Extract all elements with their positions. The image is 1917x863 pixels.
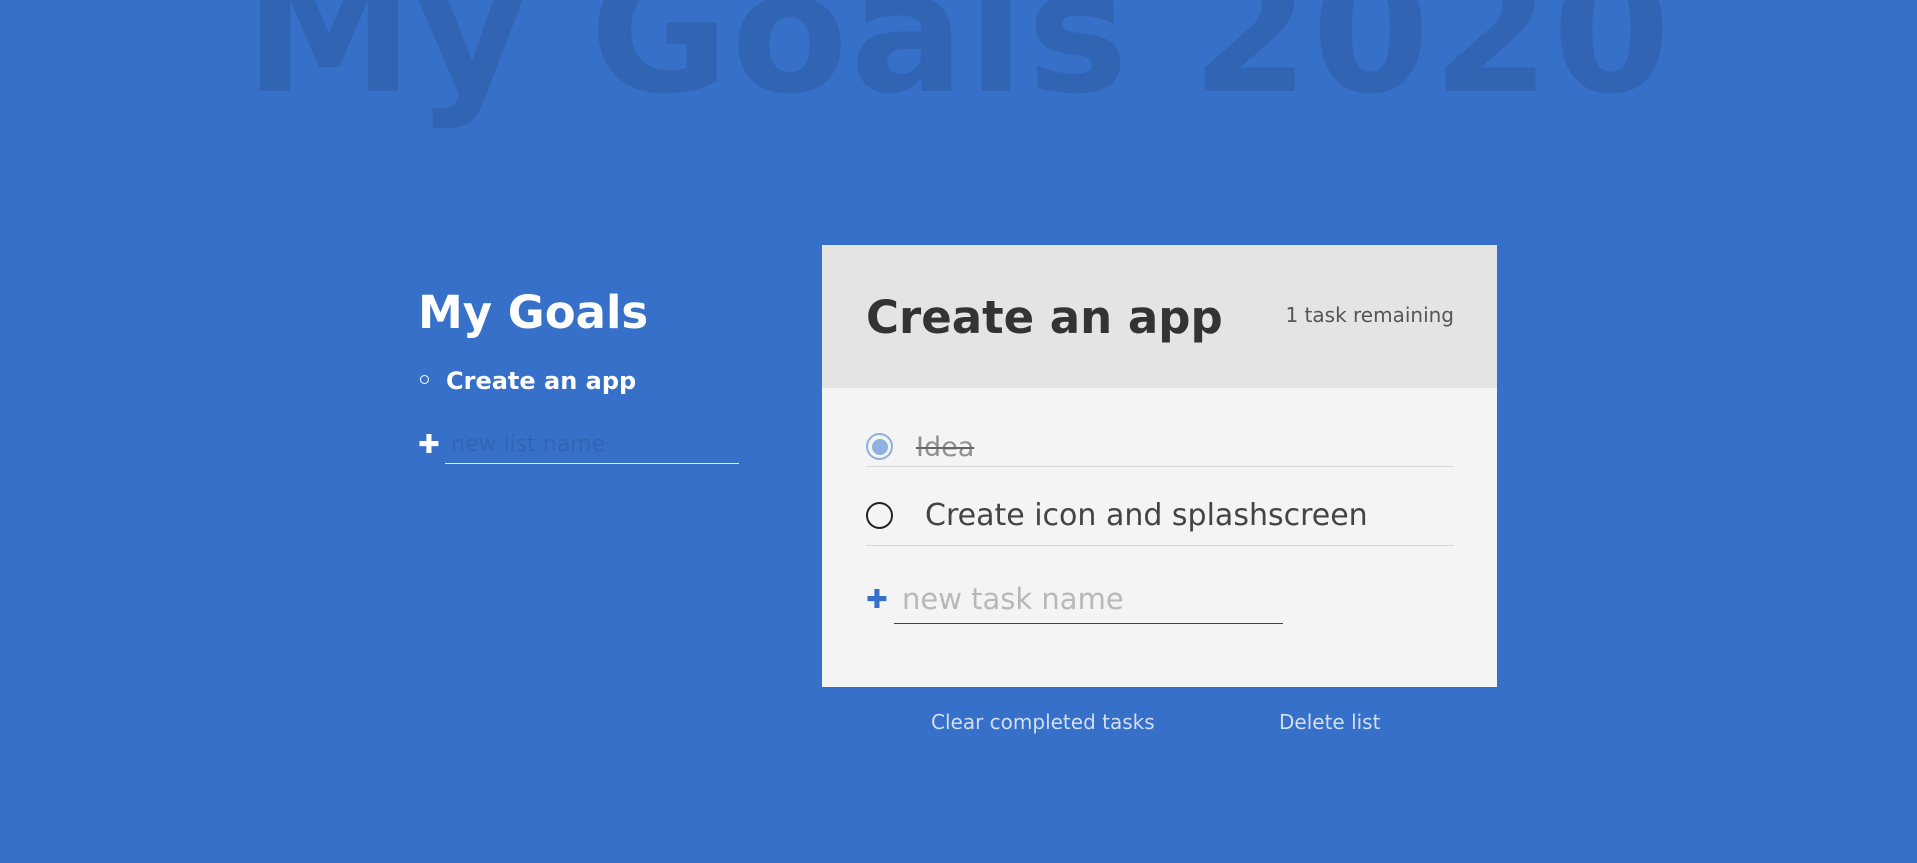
task-list: Idea Create icon and splashscreen [866,388,1454,546]
task-label: Idea [916,432,975,463]
list-actions: Clear completed tasks Delete list [0,709,1917,737]
task-count: 1 task remaining [1285,303,1454,327]
sidebar-title: My Goals [418,286,649,339]
plus-icon[interactable]: ✚ [866,585,888,615]
list-title: Create an app [866,291,1223,344]
bullet-icon [420,375,429,384]
list-item-create-an-app[interactable]: Create an app [418,366,740,396]
new-list-form: ✚ [418,426,740,466]
plus-icon[interactable]: ✚ [418,430,440,460]
new-list-input[interactable] [445,426,739,464]
task-item[interactable]: Idea [866,388,1454,467]
todo-list-card: Create an app 1 task remaining Idea Crea… [822,245,1497,687]
checked-checkbox-icon[interactable] [866,433,893,460]
unchecked-checkbox-icon[interactable] [866,502,893,529]
new-task-form: ✚ [866,574,1286,624]
goal-lists: Create an app [418,366,740,396]
list-item-label: Create an app [446,367,637,395]
clear-completed-button[interactable]: Clear completed tasks [931,709,1155,735]
task-label: Create icon and splashscreen [925,498,1368,533]
new-task-input[interactable] [894,574,1283,624]
task-item[interactable]: Create icon and splashscreen [866,467,1454,546]
delete-list-button[interactable]: Delete list [1279,709,1380,735]
todo-header: Create an app 1 task remaining [822,245,1497,388]
background-title: My Goals 2020 [244,0,1673,132]
lists-sidebar: My Goals Create an app ✚ [418,282,740,466]
